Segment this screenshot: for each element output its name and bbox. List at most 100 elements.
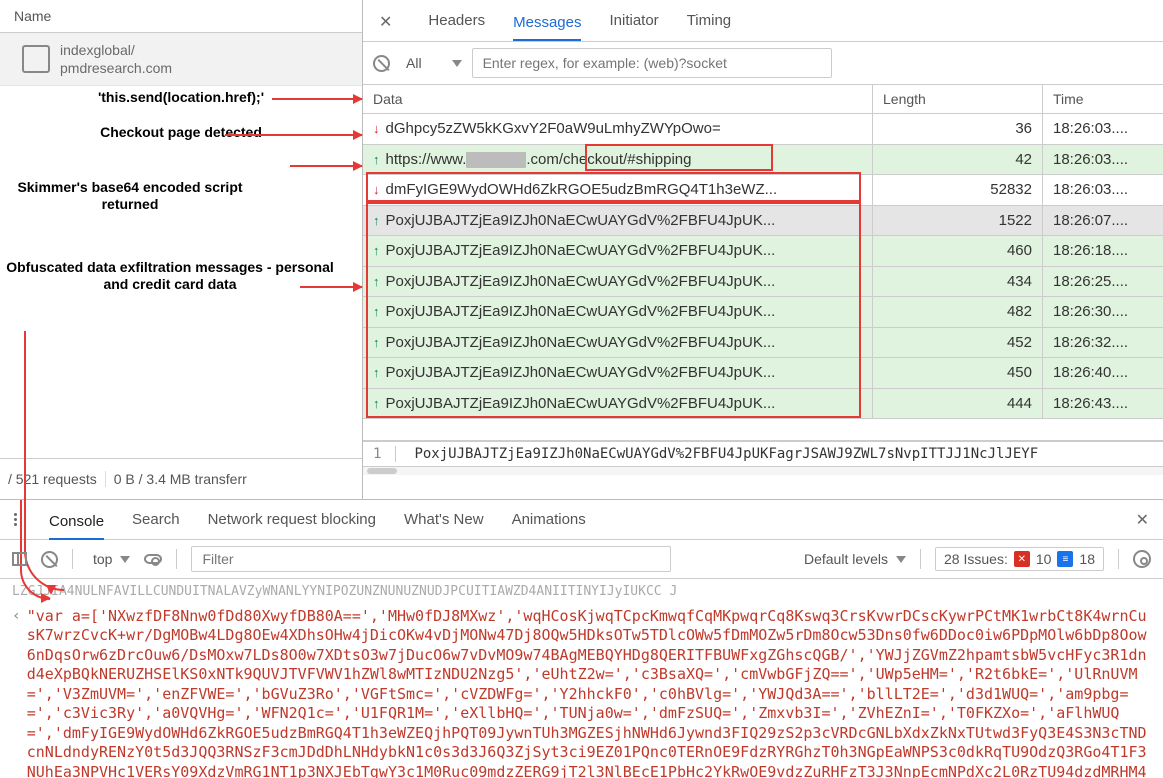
message-time: 18:26:30.... [1043, 297, 1163, 327]
arrow-up-icon: ↑ [373, 243, 380, 258]
error-badge-icon: ✕ [1014, 551, 1030, 567]
message-data: PoxjUJBAJTZjEa9IZJh0NaECwUAYGdV%2FBFU4Jp… [386, 364, 776, 381]
curved-arrow-continuation-icon [20, 500, 50, 600]
arrow-up-icon: ↑ [373, 304, 380, 319]
context-selector[interactable]: top [87, 551, 130, 567]
live-expression-icon[interactable] [144, 554, 162, 564]
message-data: PoxjUJBAJTZjEa9IZJh0NaECwUAYGdV%2FBFU4Jp… [386, 334, 776, 351]
tab-whats-new[interactable]: What's New [404, 506, 484, 533]
message-length: 1522 [873, 206, 1043, 236]
message-time: 18:26:43.... [1043, 389, 1163, 419]
tab-network-blocking[interactable]: Network request blocking [208, 506, 376, 533]
chevron-down-icon [896, 556, 906, 563]
annotation-area: 'this.send(location.href);' Checkout pag… [0, 86, 362, 458]
log-levels-selector[interactable]: Default levels [798, 551, 906, 567]
column-length[interactable]: Length [873, 85, 1043, 113]
tab-initiator[interactable]: Initiator [609, 6, 658, 35]
detail-tabs: ✕ Headers Messages Initiator Timing [363, 0, 1163, 42]
message-length: 452 [873, 328, 1043, 358]
document-icon [22, 45, 50, 73]
arrow-up-icon: ↑ [373, 213, 380, 228]
message-data: PoxjUJBAJTZjEa9IZJh0NaECwUAYGdV%2FBFU4Jp… [386, 303, 776, 320]
message-time: 18:26:40.... [1043, 358, 1163, 388]
message-data: PoxjUJBAJTZjEa9IZJh0NaECwUAYGdV%2FBFU4Jp… [386, 212, 776, 229]
chevron-left-icon: ‹ [12, 607, 27, 778]
arrow-down-icon: ↓ [373, 121, 380, 136]
message-time: 18:26:32.... [1043, 328, 1163, 358]
tab-headers[interactable]: Headers [428, 6, 485, 35]
message-time: 18:26:25.... [1043, 267, 1163, 297]
message-row[interactable]: ↑ PoxjUJBAJTZjEa9IZJh0NaECwUAYGdV%2FBFU4J… [363, 297, 1163, 328]
arrow-up-icon: ↑ [373, 396, 380, 411]
message-data: https://www..com/checkout/#shipping [386, 151, 692, 168]
message-row[interactable]: ↑ PoxjUJBAJTZjEa9IZJh0NaECwUAYGdV%2FBFU4J… [363, 389, 1163, 420]
request-url: indexglobal/ pmdresearch.com [60, 41, 172, 77]
messages-table-header: Data Length Time [363, 85, 1163, 114]
message-row[interactable]: ↑ PoxjUJBAJTZjEa9IZJh0NaECwUAYGdV%2FBFU4J… [363, 328, 1163, 359]
arrow-up-icon: ↑ [373, 152, 380, 167]
sidebar-toggle-icon[interactable] [12, 552, 27, 566]
drawer-tabs: Console Search Network request blocking … [0, 500, 1163, 540]
message-data: PoxjUJBAJTZjEa9IZJh0NaECwUAYGdV%2FBFU4Jp… [386, 242, 776, 259]
message-row[interactable]: ↑ PoxjUJBAJTZjEa9IZJh0NaECwUAYGdV%2FBFU4J… [363, 358, 1163, 389]
message-row[interactable]: ↓ dGhpcy5zZW5kKGxvY2F0aW9uLmhyZWYpOwo= 361… [363, 114, 1163, 145]
message-length: 36 [873, 114, 1043, 144]
message-data: PoxjUJBAJTZjEa9IZJh0NaECwUAYGdV%2FBFU4Jp… [386, 395, 776, 412]
regex-filter-input[interactable] [472, 48, 832, 78]
console-toolbar: top Default levels 28 Issues: ✕ 10 ≡ 18 [0, 540, 1163, 579]
console-filter-input[interactable] [191, 546, 671, 572]
arrow-up-icon: ↑ [373, 335, 380, 350]
message-length: 450 [873, 358, 1043, 388]
message-data: dmFyIGE9WydOWHd6ZkRGOE5udzBmRGQ4T1h3eWZ.… [386, 181, 778, 198]
column-data[interactable]: Data [363, 85, 873, 113]
messages-toolbar: All [363, 42, 1163, 85]
message-row[interactable]: ↑PoxjUJBAJTZjEa9IZJh0NaECwUAYGdV%2FBFU4J… [363, 267, 1163, 298]
message-time: 18:26:03.... [1043, 114, 1163, 144]
message-time: 18:26:18.... [1043, 236, 1163, 266]
message-time: 18:26:07.... [1043, 206, 1163, 236]
console-red-output: "var a=['NXwzfDF8Nnw0fDd80XwyfDB80A==','… [27, 607, 1151, 778]
message-detail-line: 1 PoxjUJBAJTZjEa9IZJh0NaECwUAYGdV%2FBFU4… [363, 441, 1163, 466]
message-data: dGhpcy5zZW5kKGxvY2F0aW9uLmhyZWYpOwo= [386, 120, 721, 137]
console-output[interactable]: LZGJJIA4NULNFAVILLCUNDUITNALAVZyWNANLYYN… [0, 579, 1163, 778]
tab-search[interactable]: Search [132, 506, 180, 533]
message-length: 52832 [873, 175, 1043, 205]
arrow-down-icon: ↓ [373, 182, 380, 197]
settings-gear-icon[interactable] [1133, 550, 1151, 568]
message-length: 434 [873, 267, 1043, 297]
info-badge-icon: ≡ [1057, 551, 1073, 567]
message-length: 444 [873, 389, 1043, 419]
tab-timing[interactable]: Timing [687, 6, 731, 35]
drawer-close-icon[interactable]: ✕ [1136, 510, 1149, 530]
requests-summary-bar: / 521 requests 0 B / 3.4 MB transferr [0, 458, 362, 499]
annotation-base64-script: Skimmer's base64 encoded script returned [0, 179, 260, 213]
close-icon[interactable]: ✕ [373, 10, 400, 32]
chevron-down-icon [452, 60, 462, 67]
messages-table-body: ↓dGhpcy5zZW5kKGxvY2F0aW9uLmhyZWYpOwo=361… [363, 114, 1163, 419]
arrow-up-icon: ↑ [373, 365, 380, 380]
clear-icon[interactable] [373, 55, 390, 72]
request-row[interactable]: indexglobal/ pmdresearch.com [0, 33, 362, 86]
annotation-exfil-messages: Obfuscated data exfiltration messages - … [0, 259, 340, 293]
message-length: 460 [873, 236, 1043, 266]
message-time: 18:26:03.... [1043, 175, 1163, 205]
console-gray-line: LZGJJIA4NULNFAVILLCUNDUITNALAVZyWNANLYYN… [12, 583, 1151, 601]
message-data: PoxjUJBAJTZjEa9IZJh0NaECwUAYGdV%2FBFU4Jp… [386, 273, 776, 290]
message-row[interactable]: ↑https://www..com/checkout/#shipping4218… [363, 145, 1163, 176]
clear-console-icon[interactable] [41, 551, 58, 568]
message-time: 18:26:03.... [1043, 145, 1163, 175]
name-column-header: Name [0, 0, 362, 33]
horizontal-scrollbar[interactable] [363, 466, 1163, 475]
message-row[interactable]: ↑ PoxjUJBAJTZjEa9IZJh0NaECwUAYGdV%2FBFU4J… [363, 236, 1163, 267]
tab-animations[interactable]: Animations [512, 506, 586, 533]
chevron-down-icon [120, 556, 130, 563]
direction-filter[interactable]: All [400, 55, 462, 71]
tab-messages[interactable]: Messages [513, 8, 581, 41]
message-row[interactable]: ↑ PoxjUJBAJTZjEa9IZJh0NaECwUAYGdV%2FBFU4J… [363, 206, 1163, 237]
issues-button[interactable]: 28 Issues: ✕ 10 ≡ 18 [935, 547, 1104, 571]
column-time[interactable]: Time [1043, 85, 1163, 113]
message-row[interactable]: ↓ dmFyIGE9WydOWHd6ZkRGOE5udzBmRGQ4T1h3eWZ… [363, 175, 1163, 206]
tab-console[interactable]: Console [49, 508, 104, 540]
message-length: 482 [873, 297, 1043, 327]
annotation-checkout-detected: Checkout page detected [0, 124, 362, 141]
